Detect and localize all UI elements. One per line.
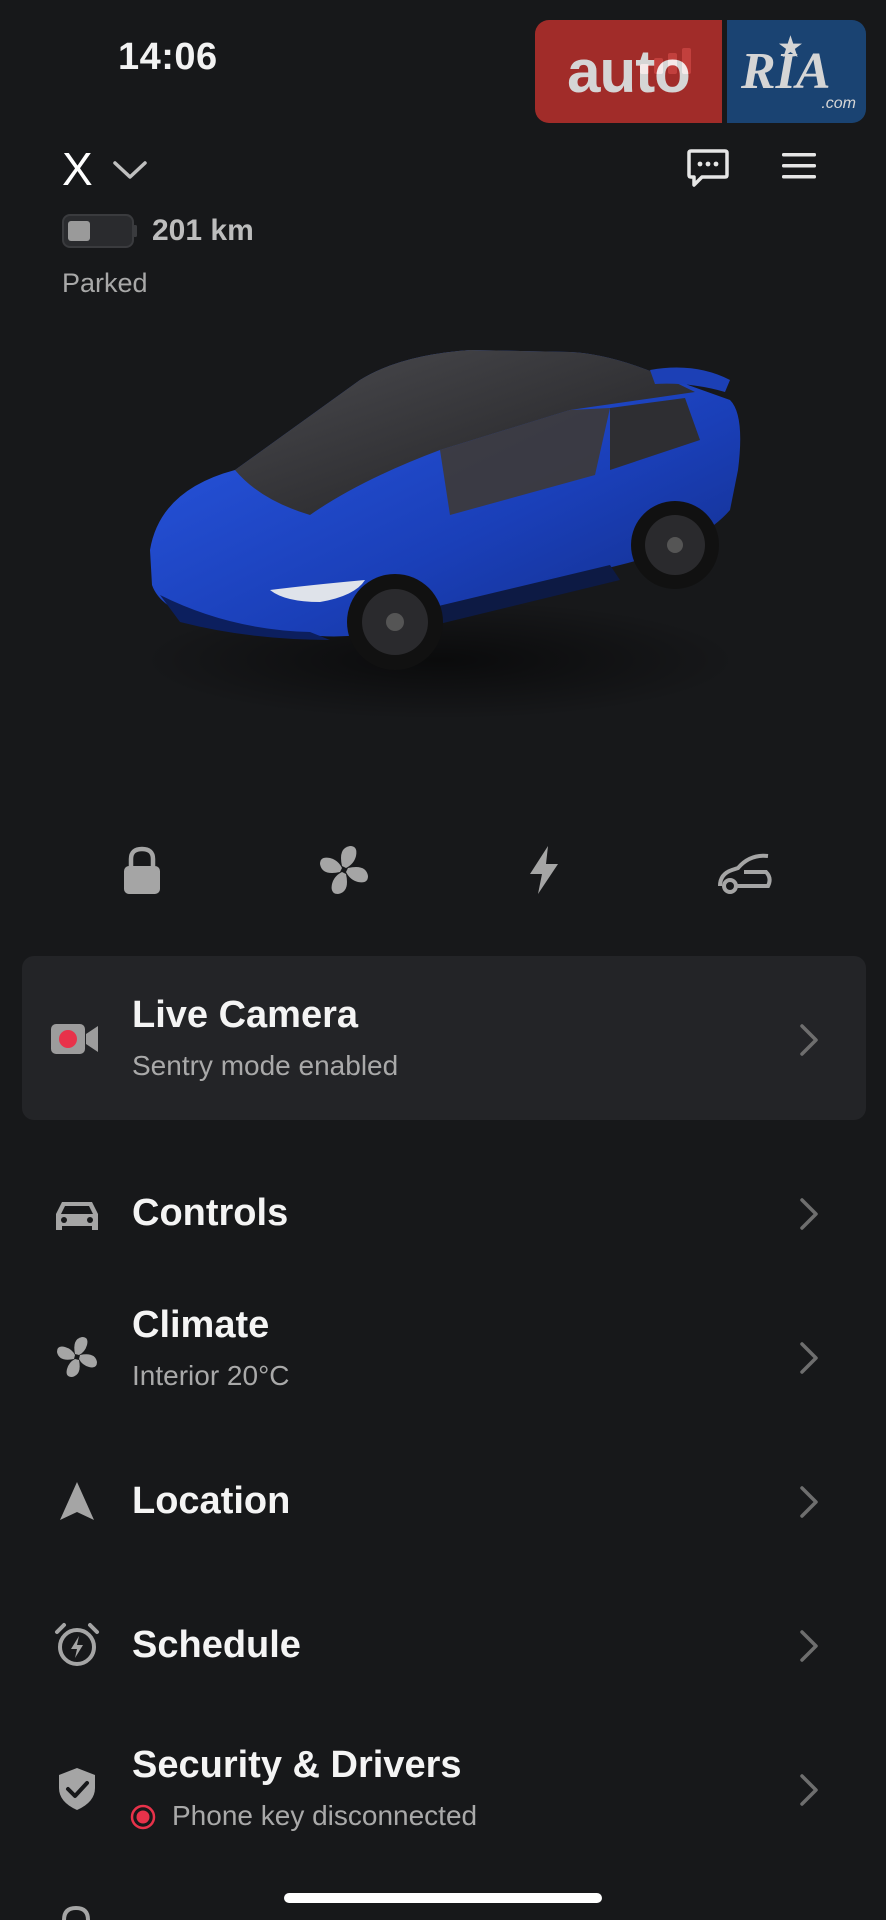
chevron-down-icon[interactable] bbox=[112, 158, 148, 182]
range-text: 201 km bbox=[152, 214, 254, 247]
next-row-icon bbox=[62, 1905, 90, 1920]
vehicle-name[interactable]: X bbox=[62, 142, 93, 196]
live-camera-title: Live Camera bbox=[132, 994, 359, 1036]
hamburger-menu-icon[interactable] bbox=[780, 150, 818, 182]
climate-title: Climate bbox=[132, 1304, 270, 1346]
climate-subtitle: Interior 20°C bbox=[132, 1360, 290, 1391]
fan-icon bbox=[57, 1337, 97, 1377]
frunk-icon[interactable] bbox=[716, 842, 776, 898]
alarm-clock-icon bbox=[55, 1623, 99, 1666]
car-icon bbox=[56, 1202, 98, 1230]
live-camera-subtitle: Sentry mode enabled bbox=[132, 1050, 399, 1081]
chevron-right-icon bbox=[800, 1486, 818, 1518]
watermark-auto-logo: auto bbox=[535, 20, 722, 123]
chevron-right-icon bbox=[800, 1342, 818, 1374]
security-title: Security & Drivers bbox=[132, 1744, 462, 1786]
shield-icon bbox=[59, 1768, 95, 1810]
status-time: 14:06 bbox=[118, 36, 218, 78]
live-camera-card[interactable] bbox=[22, 956, 866, 1120]
schedule-title: Schedule bbox=[132, 1624, 301, 1666]
chat-icon[interactable] bbox=[686, 148, 730, 188]
vehicle-status: Parked bbox=[62, 268, 148, 298]
chevron-right-icon bbox=[800, 1630, 818, 1662]
home-indicator[interactable] bbox=[284, 1893, 602, 1903]
security-subtitle: Phone key disconnected bbox=[172, 1800, 478, 1831]
alert-dot-icon bbox=[130, 1804, 156, 1830]
video-camera-icon bbox=[51, 1024, 98, 1054]
chevron-right-icon bbox=[800, 1198, 818, 1230]
vehicle-image bbox=[140, 350, 741, 720]
chevron-right-icon bbox=[800, 1774, 818, 1806]
watermark-ria-logo: ★ RIA .com bbox=[727, 20, 866, 123]
chevron-right-icon bbox=[800, 1024, 818, 1056]
battery-icon bbox=[62, 214, 137, 248]
controls-title: Controls bbox=[132, 1192, 289, 1234]
fan-icon[interactable] bbox=[314, 842, 374, 898]
navigation-arrow-icon bbox=[60, 1482, 94, 1520]
charge-icon[interactable] bbox=[514, 842, 574, 898]
location-title: Location bbox=[132, 1480, 291, 1522]
lock-icon[interactable] bbox=[112, 842, 172, 898]
